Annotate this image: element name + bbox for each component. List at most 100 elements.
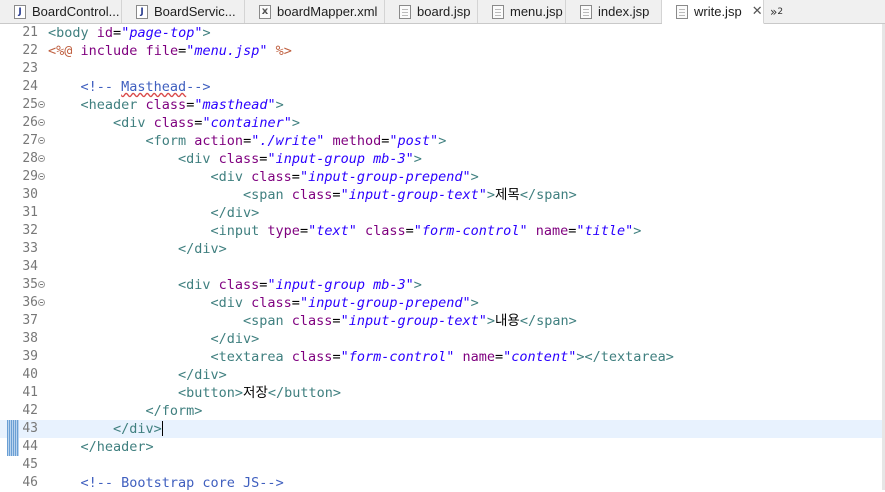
code-token: "input-group mb-3": [267, 151, 414, 167]
code-line[interactable]: 33 </div>: [0, 240, 885, 258]
code-token: =: [178, 43, 187, 59]
line-number: 43: [22, 421, 38, 436]
code-token: =: [243, 133, 252, 149]
code-token: </div>: [178, 367, 227, 383]
code-line[interactable]: 36 <div class="input-group-prepend">: [0, 294, 885, 312]
code-token: <!--: [80, 79, 122, 95]
code-token: "./write": [251, 133, 325, 149]
code-line[interactable]: 39 <textarea class="form-control" name="c…: [0, 348, 885, 366]
code-token: name: [462, 349, 496, 365]
jsp-file-icon: [492, 4, 504, 19]
code-token: </div>: [210, 331, 260, 347]
code-text: </div>: [211, 204, 260, 222]
line-number: 26: [22, 115, 38, 130]
code-text: <header class="masthead">: [81, 96, 284, 114]
code-line[interactable]: 30 <span class="input-group-text">제목</spa…: [0, 186, 885, 204]
tab-write-jsp[interactable]: write.jsp ✕: [662, 0, 764, 24]
code-token: "input-group-text": [340, 187, 487, 203]
code-line[interactable]: 23: [0, 60, 885, 78]
tab-label: BoardServic...: [154, 4, 236, 19]
code-line[interactable]: 26 <div class="container">: [0, 114, 885, 132]
code-line[interactable]: 37 <span class="input-group-text">내용</spa…: [0, 312, 885, 330]
line-number: 25: [22, 97, 38, 112]
code-token: "content": [503, 349, 577, 365]
line-number: 23: [22, 61, 38, 76]
code-line[interactable]: 31 </div>: [0, 204, 885, 222]
code-line[interactable]: 40 </div>: [0, 366, 885, 384]
code-line[interactable]: 45: [0, 456, 885, 474]
tab-boardmapper-xml[interactable]: x boardMapper.xml: [245, 0, 385, 23]
java-file-icon: J: [14, 4, 26, 19]
line-number: 32: [22, 223, 38, 238]
tab-boardcontrol[interactable]: J BoardControl...: [0, 0, 122, 23]
tab-label: BoardControl...: [32, 4, 120, 19]
code-token: name: [535, 223, 569, 239]
code-token: </header>: [80, 439, 154, 455]
fold-toggle-icon[interactable]: [38, 119, 45, 126]
code-line[interactable]: 29 <div class="input-group-prepend">: [0, 168, 885, 186]
code-text: <button>저장</button>: [178, 384, 341, 402]
code-token: 저장: [243, 385, 268, 401]
code-line[interactable]: 42 </form>: [0, 402, 885, 420]
fold-toggle-icon[interactable]: [38, 101, 45, 108]
code-line[interactable]: 46 <!-- Bootstrap core JS-->: [0, 474, 885, 492]
tab-board-jsp[interactable]: board.jsp: [385, 0, 478, 23]
code-token: 제목: [495, 187, 520, 203]
code-token: <textarea: [210, 349, 284, 365]
code-token: <button>: [178, 385, 244, 401]
close-tab-icon[interactable]: ✕: [752, 4, 763, 19]
code-line[interactable]: 28 <div class="input-group mb-3">: [0, 150, 885, 168]
fold-toggle-icon[interactable]: [38, 155, 45, 162]
code-token: >: [413, 277, 422, 293]
code-line[interactable]: 43 </div>: [0, 420, 885, 438]
code-token: type: [267, 223, 300, 239]
code-token: <!-- Bootstrap core JS-->: [80, 475, 284, 491]
jsp-file-icon: [580, 4, 592, 19]
code-line[interactable]: 34: [0, 258, 885, 276]
code-token: >: [291, 115, 300, 131]
code-editor[interactable]: 21 <body id="page-top"> 22 <%@ include file…: [0, 24, 885, 492]
tab-index-jsp[interactable]: index.jsp: [566, 0, 662, 23]
code-token: </div>: [210, 205, 260, 221]
code-text: <div class="input-group-prepend">: [211, 168, 479, 186]
code-token: <body: [48, 25, 89, 41]
tab-label: index.jsp: [598, 4, 650, 19]
code-token: "masthead": [194, 97, 276, 113]
code-line[interactable]: 27 <form action="./write" method="post">: [0, 132, 885, 150]
code-line[interactable]: 24 <!-- Masthead-->: [0, 78, 885, 96]
code-token: -->: [186, 79, 211, 95]
line-number: 22: [22, 43, 38, 58]
code-text: <input type="text" class="form-control" …: [211, 222, 642, 240]
tab-menu-jsp[interactable]: menu.jsp: [478, 0, 566, 23]
fold-toggle-icon[interactable]: [38, 281, 45, 288]
code-line[interactable]: 21 <body id="page-top">: [0, 24, 885, 42]
code-token: "container": [202, 115, 292, 131]
code-text: <div class="input-group-prepend">: [211, 294, 479, 312]
code-line[interactable]: 25 <header class="masthead">: [0, 96, 885, 114]
fold-toggle-icon[interactable]: [38, 173, 45, 180]
tab-label: write.jsp: [694, 4, 742, 19]
code-text: <div class="input-group mb-3">: [178, 276, 422, 294]
code-token: <%@: [48, 43, 73, 59]
code-line[interactable]: 41 <button>저장</button>: [0, 384, 885, 402]
tab-overflow-button[interactable]: » 2: [764, 0, 789, 23]
tab-boardservic[interactable]: J BoardServic...: [122, 0, 245, 23]
code-line[interactable]: 32 <input type="text" class="form-control…: [0, 222, 885, 240]
fold-toggle-icon[interactable]: [38, 137, 45, 144]
code-text: <%@ include file="menu.jsp" %>: [48, 42, 292, 60]
code-line[interactable]: 38 </div>: [0, 330, 885, 348]
code-token: Masthead: [121, 79, 187, 95]
code-line[interactable]: 22 <%@ include file="menu.jsp" %>: [0, 42, 885, 60]
fold-toggle-icon[interactable]: [38, 299, 45, 306]
code-line[interactable]: 35 <div class="input-group mb-3">: [0, 276, 885, 294]
code-line[interactable]: 44 </header>: [0, 438, 885, 456]
code-token: include: [80, 43, 138, 59]
